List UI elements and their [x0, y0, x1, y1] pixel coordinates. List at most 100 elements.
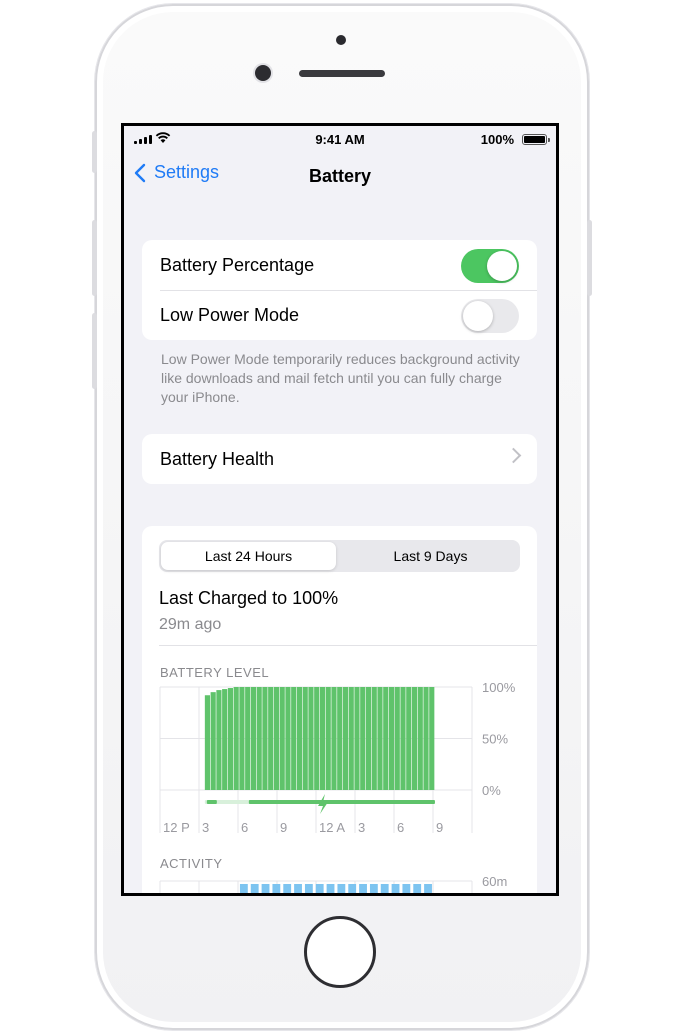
activity-bar: [402, 884, 411, 893]
battery-level-bar: [429, 687, 435, 790]
activity-bar: [369, 884, 378, 893]
battery-icon: [522, 134, 550, 145]
battery-level-bar: [250, 687, 257, 790]
battery-level-bar: [348, 687, 354, 790]
x-tick-label: 3: [202, 820, 209, 835]
battery-level-bar: [411, 687, 418, 790]
home-button[interactable]: [304, 916, 376, 988]
battery-level-bar: [245, 687, 251, 790]
charging-segment: [248, 800, 435, 804]
battery-level-bar: [262, 687, 268, 790]
battery-level-bar: [210, 692, 216, 790]
battery-level-bar: [365, 687, 372, 790]
battery-health-label: Battery Health: [160, 448, 275, 469]
low-power-mode-row: Low Power Mode: [142, 290, 537, 340]
activity-bar: [337, 884, 346, 893]
x-tick-label: 6: [397, 820, 404, 835]
battery-level-bar: [319, 687, 326, 790]
y-tick-label: 100%: [482, 680, 516, 695]
mute-switch: [92, 131, 97, 173]
battery-level-bar: [302, 687, 308, 790]
earpiece-speaker: [299, 70, 385, 77]
battery-level-bar: [273, 687, 280, 790]
battery-level-bar: [371, 687, 377, 790]
activity-bar: [261, 884, 270, 893]
activity-bar: [380, 884, 389, 893]
volume-down-button: [92, 313, 97, 389]
y-tick-label: 0%: [482, 783, 501, 798]
low-power-footnote: Low Power Mode temporarily reduces backg…: [161, 351, 520, 405]
activity-bar: [424, 884, 432, 893]
battery-settings-group: Battery Percentage Low Power Mode: [142, 240, 537, 340]
charging-bolt-icon: [318, 794, 328, 814]
activity-bar: [304, 884, 313, 893]
battery-level-bar: [417, 687, 423, 790]
activity-bar: [239, 884, 248, 893]
battery-level-bar: [268, 687, 274, 790]
proximity-sensor: [336, 35, 346, 45]
activity-bar: [348, 884, 357, 893]
activity-bar: [391, 884, 400, 893]
activity-bar: [283, 884, 292, 893]
battery-level-bar: [222, 689, 228, 790]
navigation-bar: Settings Battery: [124, 162, 556, 190]
low-power-mode-toggle[interactable]: [461, 299, 519, 333]
battery-percentage-label: Battery Percentage: [160, 254, 315, 275]
battery-level-bar: [233, 687, 239, 790]
charging-segment: [206, 800, 217, 804]
volume-up-button: [92, 220, 97, 296]
low-power-mode-label: Low Power Mode: [160, 304, 300, 325]
battery-health-group: Battery Health: [142, 434, 537, 484]
status-battery-percent: 100%: [480, 132, 514, 147]
battery-level-bar: [314, 687, 320, 790]
y-tick-label: 50%: [482, 732, 508, 747]
chevron-right-icon: [505, 447, 522, 464]
battery-level-bar: [377, 687, 383, 790]
activity-bar: [326, 884, 335, 893]
battery-level-bar: [354, 687, 360, 790]
battery-level-bar: [400, 687, 406, 790]
battery-level-bar: [342, 687, 349, 790]
battery-level-bar: [331, 687, 337, 790]
activity-bar: [272, 884, 281, 893]
status-bar: 9:41 AM 100%: [124, 126, 556, 154]
battery-level-bar: [360, 687, 366, 790]
activity-bar: [250, 884, 259, 893]
battery-level-bar: [388, 687, 395, 790]
front-camera: [255, 65, 271, 81]
battery-level-bar: [216, 690, 222, 790]
battery-level-bar: [337, 687, 343, 790]
y-tick-label: 60m: [482, 874, 507, 889]
battery-level-bar: [325, 687, 331, 790]
activity-bar: [294, 884, 302, 893]
battery-percentage-toggle[interactable]: [461, 249, 519, 283]
battery-level-bar: [296, 687, 303, 790]
battery-level-bar: [279, 687, 285, 790]
x-tick-label: 12 P: [163, 820, 190, 835]
battery-level-bar: [204, 695, 211, 790]
battery-level-bar: [291, 687, 297, 790]
power-button: [587, 220, 592, 296]
battery-level-bar: [394, 687, 400, 790]
page-title: Battery: [308, 166, 372, 186]
battery-level-bar: [383, 687, 389, 790]
battery-level-bar: [256, 687, 262, 790]
x-tick-label: 6: [241, 820, 248, 835]
battery-level-bar: [227, 688, 234, 790]
battery-health-row[interactable]: Battery Health: [142, 434, 537, 484]
battery-level-bar: [285, 687, 291, 790]
battery-percentage-row: Battery Percentage: [142, 240, 537, 290]
x-tick-label: 12 A: [319, 820, 345, 835]
activity-bar: [359, 884, 367, 893]
battery-level-bar: [406, 687, 412, 790]
battery-usage-card: Last 24 Hours Last 9 Days Last Charged t…: [142, 526, 537, 893]
x-tick-label: 9: [280, 820, 287, 835]
activity-bar: [315, 884, 324, 893]
usage-charts: 100% 50% 0% 12 P 3 6 9 12 A 3 6 9 60m: [159, 680, 516, 893]
screen: 9:41 AM 100% Settings Battery Battery Pe…: [121, 123, 559, 896]
battery-level-bar: [308, 687, 314, 790]
activity-bar: [413, 884, 422, 893]
x-tick-label: 3: [358, 820, 365, 835]
x-tick-label: 9: [436, 820, 443, 835]
battery-level-bar: [239, 687, 245, 790]
